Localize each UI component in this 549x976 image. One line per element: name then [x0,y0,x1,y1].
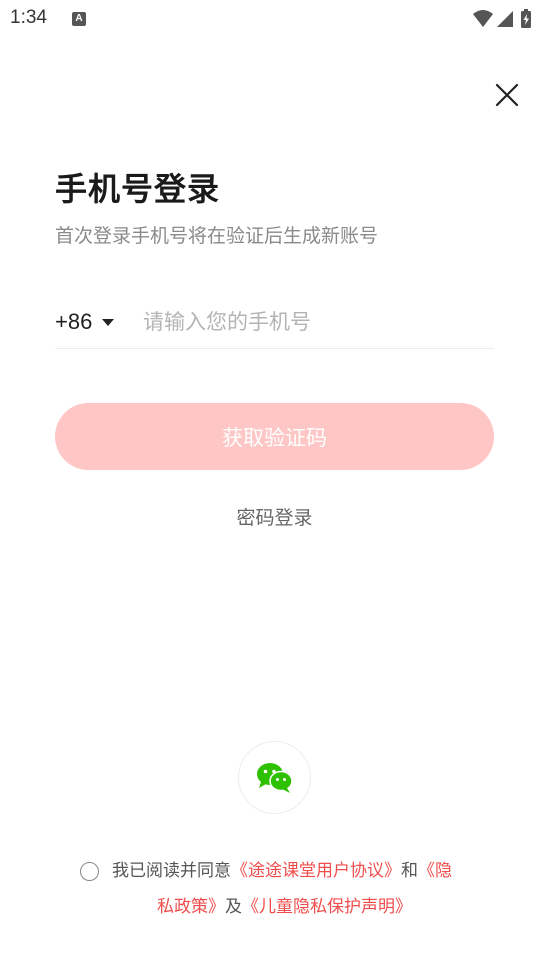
signal-icon [497,11,513,27]
battery-icon [521,9,531,28]
agreement-checkbox[interactable] [80,862,99,881]
wifi-icon [473,10,493,27]
page-title: 手机号登录 [55,170,221,208]
country-code-label: +86 [55,309,93,334]
password-login-link[interactable]: 密码登录 [0,503,549,530]
status-bar: 1:34 A [0,0,549,40]
children-privacy-link[interactable]: 《儿童隐私保护声明》 [242,897,412,917]
agreement-prefix: 我已阅读并同意 [112,861,231,881]
system-icons [471,8,541,30]
status-time: 1:34 [10,7,47,28]
agreement-line-2: 私政策》及《儿童隐私保护声明》 [157,889,412,925]
phone-number-input[interactable] [143,304,483,340]
notification-icon: A [72,12,86,26]
user-agreement-link[interactable]: 《途途课堂用户协议》 [231,861,401,881]
privacy-policy-link-part1[interactable]: 《隐 [418,861,452,881]
agreement-and: 和 [401,861,418,881]
wechat-login-button[interactable] [238,741,311,814]
close-button[interactable] [492,80,522,110]
get-verification-code-button[interactable]: 获取验证码 [55,403,494,470]
privacy-policy-link-part2[interactable]: 私政策》 [157,897,225,917]
agreement-and-2: 及 [225,897,242,917]
close-icon [495,83,519,107]
agreement-line-1: 我已阅读并同意《途途课堂用户协议》和《隐 [112,853,452,889]
country-code-selector[interactable]: +86 [55,306,115,338]
page-subtitle: 首次登录手机号将在验证后生成新账号 [55,225,379,247]
wechat-icon [256,762,293,793]
caret-down-icon [102,318,115,326]
phone-input-row: +86 [55,296,494,349]
